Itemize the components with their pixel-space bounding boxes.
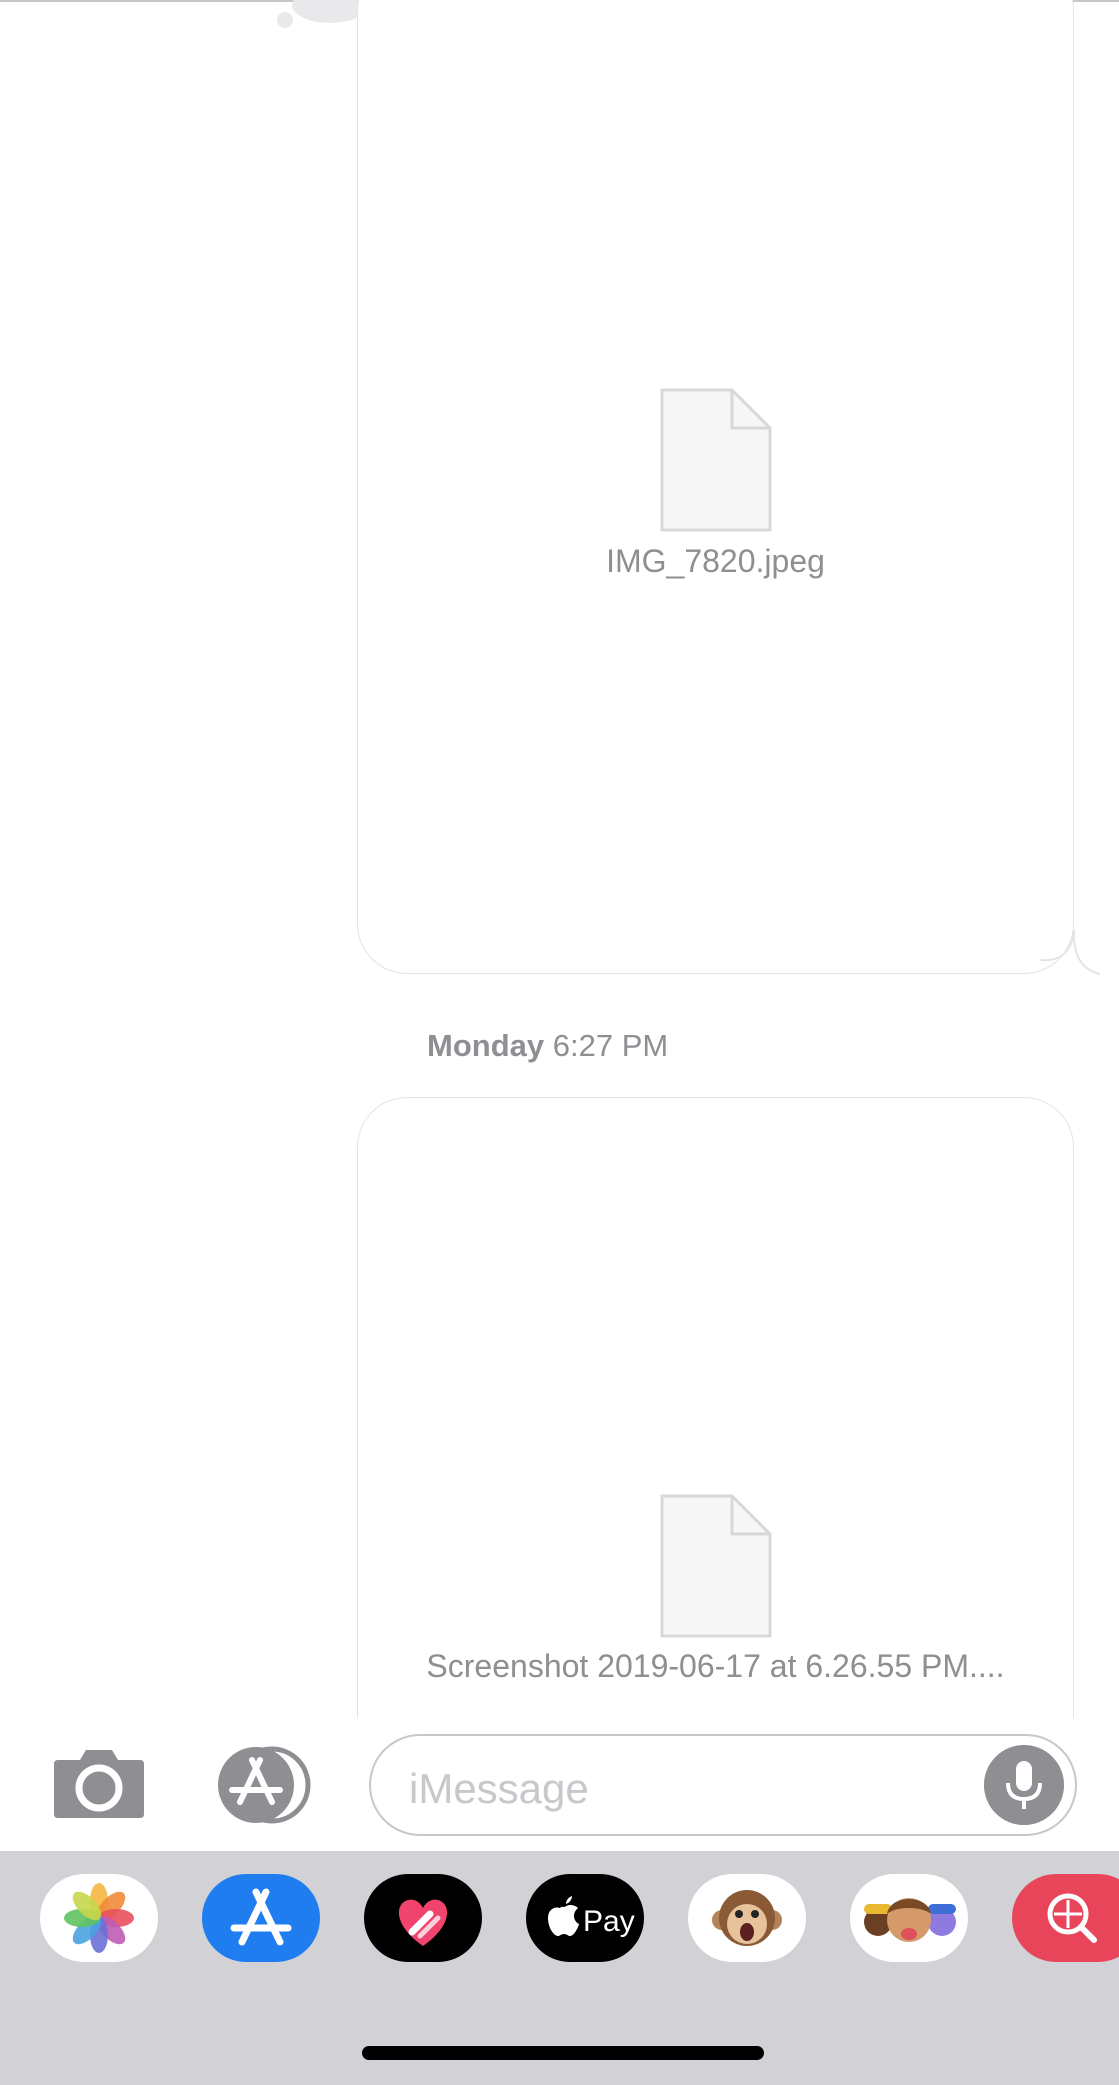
memoji-icon[interactable]	[850, 1874, 968, 1962]
attachment-bubble[interactable]: Screenshot 2019-06-17 at 6.26.55 PM....	[357, 1097, 1074, 1797]
attachment-bubble[interactable]: IMG_7820.jpeg	[357, 0, 1074, 974]
apple-pay-label: Pay	[583, 1905, 635, 1938]
home-indicator[interactable]	[362, 2046, 764, 2060]
document-icon	[660, 388, 771, 532]
camera-icon[interactable]	[52, 1748, 146, 1820]
bubble-tail	[1040, 930, 1100, 975]
app-drawer: Pay	[0, 1851, 1119, 2085]
globe-search-icon[interactable]	[1012, 1874, 1119, 1962]
document-icon	[660, 1494, 771, 1638]
heart-icon[interactable]	[364, 1874, 482, 1962]
monkey-icon[interactable]	[688, 1874, 806, 1962]
imessage-input[interactable]: iMessage	[369, 1734, 1077, 1836]
message-timestamp: Monday 6:27 PM	[427, 1028, 669, 1063]
attachment-file-name: Screenshot 2019-06-17 at 6.26.55 PM....	[426, 1648, 1005, 1684]
app-store-icon[interactable]	[202, 1874, 320, 1962]
app-store-icon[interactable]	[208, 1746, 320, 1824]
message-composer: iMessage	[0, 1718, 1119, 1851]
imessage-placeholder: iMessage	[409, 1765, 589, 1812]
attachment-file-name: IMG_7820.jpeg	[606, 543, 825, 579]
photos-icon[interactable]	[40, 1874, 158, 1962]
microphone-icon[interactable]	[984, 1745, 1064, 1825]
apple-pay-icon[interactable]: Pay	[526, 1874, 644, 1962]
